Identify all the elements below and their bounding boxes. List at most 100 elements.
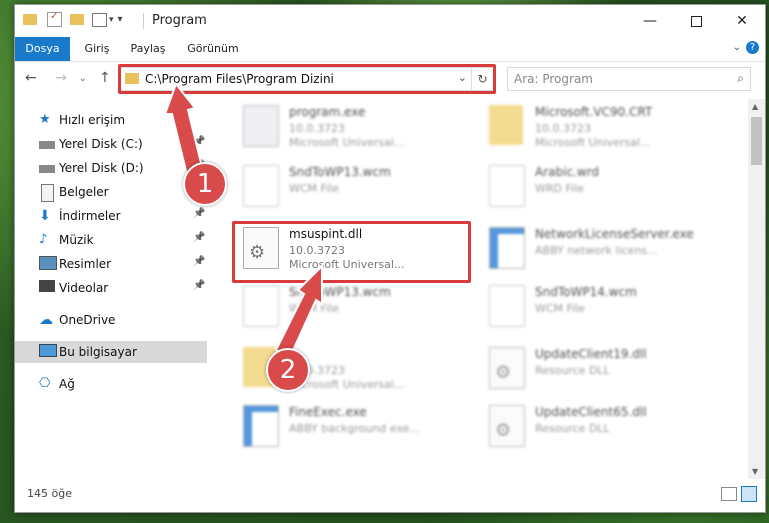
file-item[interactable]: ⚙ UpdateClient65.dll Resource DLL xyxy=(483,401,713,451)
back-button[interactable]: ← xyxy=(25,70,37,86)
executable-icon xyxy=(243,105,279,147)
cloud-icon: ☁ xyxy=(39,312,53,328)
sidebar-item-label: İndirmeler xyxy=(59,209,121,223)
window-title: Program xyxy=(152,13,207,28)
document-icon xyxy=(489,165,525,207)
file-item[interactable]: Arabic.wrd WRD File xyxy=(483,161,713,211)
scrollbar-thumb[interactable] xyxy=(751,117,762,165)
star-icon: ★ xyxy=(39,112,51,127)
videos-icon xyxy=(39,280,55,292)
file-detail: WCM File xyxy=(289,182,339,195)
title-bar: ✓ ▾ ▾ Program — ✕ xyxy=(15,5,765,37)
file-item[interactable]: program.exe 10.0.3723 Microsoft Universal.… xyxy=(237,101,467,151)
help-icon[interactable]: ? xyxy=(746,41,759,54)
file-detail: Microsoft Universal... xyxy=(289,136,405,149)
scroll-down-icon[interactable]: ▼ xyxy=(752,467,758,476)
sidebar-item-label: Müzik xyxy=(59,233,94,247)
documents-icon xyxy=(41,184,54,202)
chevron-down-icon[interactable]: ▾ xyxy=(109,15,114,25)
file-item[interactable]: NetworkLicenseServer.exe ABBY network lic… xyxy=(483,223,713,273)
pictures-icon xyxy=(39,256,57,270)
sidebar-item-label: Ağ xyxy=(59,377,75,391)
file-name: FineExec.exe xyxy=(289,405,367,419)
file-detail: 10.0.3723 xyxy=(289,122,345,135)
sidebar-item-label: OneDrive xyxy=(59,313,116,327)
tab-paylas[interactable]: Paylaş xyxy=(123,37,173,61)
sidebar-item-10[interactable]: ⎔ Ağ xyxy=(15,373,207,395)
customize-arrow-icon[interactable]: ▾ xyxy=(118,14,123,25)
file-detail: WCM File xyxy=(289,302,339,315)
quick-access-toolbar: ✓ ▾ ▾ xyxy=(23,11,123,27)
sidebar-item-label: Yerel Disk (C:) xyxy=(59,137,143,151)
pin-icon[interactable]: 📌 xyxy=(193,208,205,219)
sidebar-item-2[interactable]: Yerel Disk (D:)📌 xyxy=(15,157,207,179)
title-separator xyxy=(143,13,144,29)
sidebar-item-label: Videolar xyxy=(59,281,109,295)
sidebar-item-5[interactable]: ♪ Müzik 📌 xyxy=(15,229,207,251)
network-icon: ⎔ xyxy=(39,376,51,391)
scroll-up-icon[interactable]: ▲ xyxy=(752,102,758,111)
dll-file-icon: ⚙ xyxy=(489,405,525,447)
document-icon xyxy=(489,285,525,327)
file-name: NetworkLicenseServer.exe xyxy=(535,227,694,241)
callout-2: 2 xyxy=(266,348,310,392)
sidebar-item-label: Bu bilgisayar xyxy=(59,345,137,359)
file-name: SndToWP13.wcm xyxy=(289,285,391,299)
tab-gorunum[interactable]: Görünüm xyxy=(181,37,245,61)
sidebar-item-8[interactable]: ☁ OneDrive xyxy=(15,309,207,331)
view-icon[interactable] xyxy=(92,12,107,27)
sidebar-item-6[interactable]: Resimler 📌 xyxy=(15,253,207,275)
tab-dosya[interactable]: Dosya xyxy=(15,37,70,61)
sidebar-item-label: Hızlı erişim xyxy=(59,113,126,127)
recent-locations-button[interactable]: ⌄ xyxy=(79,74,87,84)
file-detail: 10.0.3723 xyxy=(535,122,591,135)
file-name: UpdateClient65.dll xyxy=(535,405,647,419)
vertical-scrollbar[interactable]: ▲ ▼ xyxy=(748,99,765,479)
application-icon xyxy=(489,227,525,269)
file-detail: ABBY network licens... xyxy=(535,244,658,257)
search-input[interactable]: Ara: Program ⌕ xyxy=(507,67,751,91)
file-item[interactable]: Microsoft.VC90.CRT 10.0.3723 Microsoft Uni… xyxy=(483,101,713,151)
file-detail: Microsoft Universal... xyxy=(535,136,651,149)
sidebar-item-4[interactable]: ⬇ İndirmeler 📌 xyxy=(15,205,207,227)
new-folder-icon[interactable] xyxy=(70,14,84,25)
pin-icon[interactable]: 📌 xyxy=(193,136,205,147)
up-button[interactable]: ↑ xyxy=(99,70,111,86)
minimize-button[interactable]: — xyxy=(627,5,673,37)
forward-button[interactable]: → xyxy=(55,70,67,86)
large-icons-view-icon[interactable] xyxy=(741,486,757,502)
file-name: program.exe xyxy=(289,105,366,119)
sidebar-item-9[interactable]: Bu bilgisayar xyxy=(15,341,207,363)
status-item-count: 145 öğe xyxy=(27,487,72,500)
properties-icon[interactable]: ✓ xyxy=(47,11,62,27)
search-placeholder: Ara: Program xyxy=(514,72,593,86)
file-detail: WRD File xyxy=(535,182,584,195)
sidebar-item-3[interactable]: Belgeler📌 xyxy=(15,181,207,203)
address-highlight-box xyxy=(118,64,496,94)
folder-icon xyxy=(489,105,523,145)
sidebar-item-label: Resimler xyxy=(59,257,112,271)
close-button[interactable]: ✕ xyxy=(719,5,765,37)
file-name: UpdateClient19.dll xyxy=(535,347,647,361)
ribbon-tabs: Dosya Giriş Paylaş Görünüm ⌄ ? xyxy=(15,37,765,62)
file-item[interactable]: SndToWP14.wcm WCM File xyxy=(483,281,713,331)
file-item[interactable]: SndToWP13.wcm WCM File xyxy=(237,161,467,211)
pin-icon[interactable]: 📌 xyxy=(193,232,205,243)
file-item[interactable]: ⚙ UpdateClient19.dll Resource DLL xyxy=(483,343,713,393)
tab-giris[interactable]: Giriş xyxy=(73,37,121,61)
details-view-icon[interactable] xyxy=(721,487,737,501)
file-item[interactable]: FineExec.exe ABBY background exe... xyxy=(237,401,467,451)
dll-file-icon: ⚙ xyxy=(489,347,525,389)
pin-icon[interactable]: 📌 xyxy=(193,256,205,267)
sidebar-item-7[interactable]: Videolar 📌 xyxy=(15,277,207,299)
folder-icon xyxy=(23,14,37,25)
file-detail: Resource DLL xyxy=(535,422,610,435)
file-item[interactable]: SndToWP13.wcm WCM File xyxy=(237,281,467,331)
sidebar-item-0[interactable]: ★ Hızlı erişim xyxy=(15,109,207,131)
chevron-down-icon[interactable]: ⌄ xyxy=(733,42,741,53)
document-icon xyxy=(243,165,279,207)
maximize-button[interactable] xyxy=(673,5,719,37)
sidebar-item-1[interactable]: Yerel Disk (C:) 📌 xyxy=(15,133,207,155)
application-icon xyxy=(243,405,279,447)
pin-icon[interactable]: 📌 xyxy=(193,280,205,291)
